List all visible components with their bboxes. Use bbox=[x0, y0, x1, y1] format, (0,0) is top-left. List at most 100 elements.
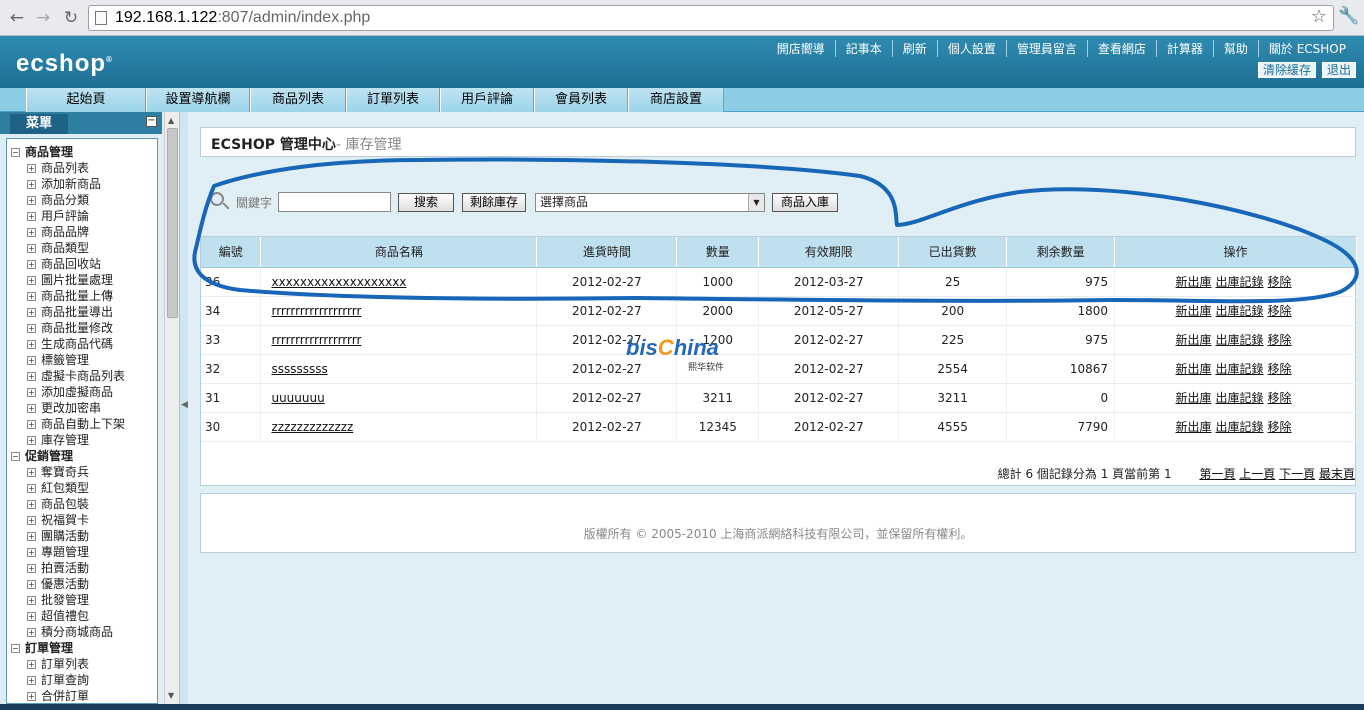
menu-item[interactable]: + 添加虛擬商品 bbox=[7, 384, 157, 400]
remove-link[interactable]: 移除 bbox=[1268, 275, 1292, 289]
new-outbound-link[interactable]: 新出庫 bbox=[1176, 391, 1212, 405]
top-link[interactable]: 刷新 bbox=[891, 40, 937, 57]
new-outbound-link[interactable]: 新出庫 bbox=[1176, 420, 1212, 434]
remove-link[interactable]: 移除 bbox=[1268, 420, 1292, 434]
menu-item[interactable]: + 商品批量修改 bbox=[7, 320, 157, 336]
column-header[interactable]: 操作 bbox=[1114, 237, 1357, 268]
first-page-link[interactable]: 第一頁 bbox=[1199, 467, 1235, 481]
top-link[interactable]: 管理員留言 bbox=[1005, 40, 1087, 57]
collapse-box-icon[interactable]: − bbox=[11, 643, 20, 653]
menu-item[interactable]: + 標籤管理 bbox=[7, 352, 157, 368]
back-arrow-icon[interactable]: ← bbox=[6, 7, 28, 29]
product-select[interactable]: 選擇商品 ▼ bbox=[535, 193, 765, 212]
menu-item[interactable]: + 商品回收站 bbox=[7, 256, 157, 272]
stock-in-button[interactable]: 商品入庫 bbox=[772, 193, 838, 212]
top-link[interactable]: 個人設置 bbox=[936, 40, 1006, 57]
menu-item[interactable]: + 商品列表 bbox=[7, 160, 157, 176]
collapse-icon[interactable]: − bbox=[146, 116, 157, 127]
product-link[interactable]: xxxxxxxxxxxxxxxxxxx bbox=[271, 275, 406, 289]
outbound-record-link[interactable]: 出庫記錄 bbox=[1216, 333, 1264, 347]
scroll-up-icon[interactable]: ▲ bbox=[168, 116, 174, 125]
menu-item[interactable]: + 庫存管理 bbox=[7, 432, 157, 448]
outbound-record-link[interactable]: 出庫記錄 bbox=[1216, 304, 1264, 318]
remove-link[interactable]: 移除 bbox=[1268, 391, 1292, 405]
menu-item[interactable]: + 優惠活動 bbox=[7, 576, 157, 592]
menu-item[interactable]: + 生成商品代碼 bbox=[7, 336, 157, 352]
bookmark-star-icon[interactable]: ☆ bbox=[1311, 6, 1327, 27]
nav-tab[interactable]: 訂單列表 bbox=[346, 88, 440, 112]
remove-link[interactable]: 移除 bbox=[1268, 333, 1292, 347]
scroll-thumb[interactable] bbox=[167, 128, 178, 318]
menu-item[interactable]: + 虛擬卡商品列表 bbox=[7, 368, 157, 384]
nav-tab[interactable]: 設置導航欄 bbox=[146, 88, 250, 112]
product-link[interactable]: rrrrrrrrrrrrrrrrrrr bbox=[271, 333, 361, 347]
logout-button[interactable]: 退出 bbox=[1321, 62, 1356, 78]
column-header[interactable]: 已出貨數 bbox=[898, 237, 1008, 268]
column-header[interactable]: 有效期限 bbox=[758, 237, 900, 268]
menu-item[interactable]: + 奪寶奇兵 bbox=[7, 464, 157, 480]
menu-item[interactable]: + 用戶評論 bbox=[7, 208, 157, 224]
address-bar[interactable]: 192.168.1.122:807/admin/index.php ☆ bbox=[88, 5, 1334, 31]
collapse-arrow-icon[interactable]: ◀ bbox=[181, 400, 188, 410]
menu-group[interactable]: − 促銷管理 bbox=[7, 448, 157, 464]
forward-arrow-icon[interactable]: → bbox=[32, 7, 54, 29]
menu-item[interactable]: + 添加新商品 bbox=[7, 176, 157, 192]
top-link[interactable]: 記事本 bbox=[834, 40, 892, 57]
column-header[interactable]: 商品名稱 bbox=[260, 237, 538, 268]
scroll-down-icon[interactable]: ▼ bbox=[168, 691, 174, 700]
menu-item[interactable]: + 超值禮包 bbox=[7, 608, 157, 624]
top-link[interactable]: 關於 ECSHOP bbox=[1257, 40, 1356, 57]
column-header[interactable]: 編號 bbox=[201, 237, 262, 268]
menu-item[interactable]: + 商品包裝 bbox=[7, 496, 157, 512]
outbound-record-link[interactable]: 出庫記錄 bbox=[1216, 362, 1264, 376]
collapse-box-icon[interactable]: − bbox=[11, 147, 20, 157]
menu-item[interactable]: + 合併訂單 bbox=[7, 688, 157, 703]
top-link[interactable]: 幫助 bbox=[1212, 40, 1258, 57]
product-link[interactable]: zzzzzzzzzzzzz bbox=[271, 420, 353, 434]
menu-group[interactable]: − 商品管理 bbox=[7, 144, 157, 160]
menu-item[interactable]: + 紅包類型 bbox=[7, 480, 157, 496]
nav-tab[interactable]: 用戶評論 bbox=[440, 88, 534, 112]
menu-item[interactable]: + 商品批量導出 bbox=[7, 304, 157, 320]
menu-item[interactable]: + 專題管理 bbox=[7, 544, 157, 560]
column-header[interactable]: 剩余數量 bbox=[1006, 237, 1116, 268]
menu-item[interactable]: + 批發管理 bbox=[7, 592, 157, 608]
nav-tab[interactable]: 起始頁 bbox=[26, 88, 146, 112]
last-page-link[interactable]: 最末頁 bbox=[1319, 467, 1355, 481]
remove-link[interactable]: 移除 bbox=[1268, 362, 1292, 376]
next-page-link[interactable]: 下一頁 bbox=[1279, 467, 1315, 481]
menu-item[interactable]: + 圖片批量處理 bbox=[7, 272, 157, 288]
product-link[interactable]: sssssssss bbox=[271, 362, 327, 376]
top-link[interactable]: 開店嚮導 bbox=[767, 40, 835, 57]
nav-tab[interactable]: 會員列表 bbox=[534, 88, 628, 112]
product-link[interactable]: rrrrrrrrrrrrrrrrrrr bbox=[271, 304, 361, 318]
menu-item[interactable]: + 團購活動 bbox=[7, 528, 157, 544]
collapse-box-icon[interactable]: − bbox=[11, 451, 20, 461]
top-link[interactable]: 查看網店 bbox=[1086, 40, 1156, 57]
menu-item[interactable]: + 積分商城商品 bbox=[7, 624, 157, 640]
new-outbound-link[interactable]: 新出庫 bbox=[1176, 304, 1212, 318]
wrench-icon[interactable]: 🔧 bbox=[1338, 6, 1359, 26]
prev-page-link[interactable]: 上一頁 bbox=[1239, 467, 1275, 481]
outbound-record-link[interactable]: 出庫記錄 bbox=[1216, 275, 1264, 289]
menu-item[interactable]: + 商品類型 bbox=[7, 240, 157, 256]
column-header[interactable]: 數量 bbox=[676, 237, 760, 268]
menu-group[interactable]: − 訂單管理 bbox=[7, 640, 157, 656]
keyword-input[interactable] bbox=[278, 192, 391, 212]
product-link[interactable]: uuuuuuu bbox=[271, 391, 324, 405]
menu-item[interactable]: + 祝福賀卡 bbox=[7, 512, 157, 528]
nav-tab[interactable]: 商店設置 bbox=[628, 88, 724, 112]
search-button[interactable]: 搜索 bbox=[398, 193, 454, 212]
menu-item[interactable]: + 訂單查詢 bbox=[7, 672, 157, 688]
top-link[interactable]: 計算器 bbox=[1155, 40, 1213, 57]
new-outbound-link[interactable]: 新出庫 bbox=[1176, 275, 1212, 289]
remove-link[interactable]: 移除 bbox=[1268, 304, 1292, 318]
chevron-down-icon[interactable]: ▼ bbox=[748, 194, 764, 211]
new-outbound-link[interactable]: 新出庫 bbox=[1176, 333, 1212, 347]
menu-item[interactable]: + 訂單列表 bbox=[7, 656, 157, 672]
menu-item[interactable]: + 更改加密串 bbox=[7, 400, 157, 416]
clear-cache-button[interactable]: 清除緩存 bbox=[1257, 62, 1316, 78]
menu-tab[interactable]: 菜單 bbox=[10, 114, 68, 134]
frame-splitter[interactable]: ◀ bbox=[179, 112, 188, 704]
outbound-record-link[interactable]: 出庫記錄 bbox=[1216, 391, 1264, 405]
